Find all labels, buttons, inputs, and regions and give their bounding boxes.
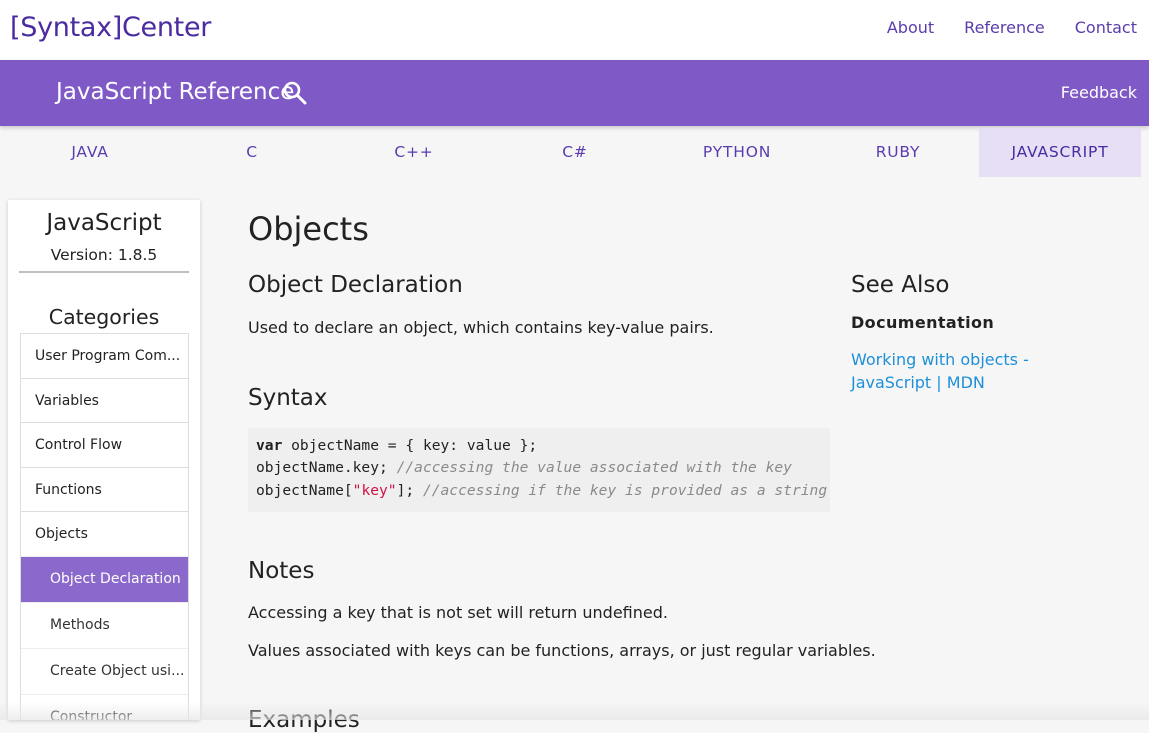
syntax-heading: Syntax <box>248 385 328 411</box>
declaration-text: Used to declare an object, which contain… <box>248 318 714 337</box>
category-list: User Program Com... Variables Control Fl… <box>20 333 189 720</box>
code-comment: //accessing the value associated with th… <box>396 459 792 477</box>
code-text: ]; <box>396 481 423 499</box>
code-text: objectName.key; <box>256 459 397 477</box>
site-header: [Syntax]Center About Reference Contact <box>0 0 1149 60</box>
mdn-objects-link[interactable]: Working with objects - JavaScript | MDN <box>851 349 1111 394</box>
code-line-3: objectName["key"]; //accessing if the ke… <box>256 480 830 502</box>
category-variables[interactable]: Variables <box>21 377 188 423</box>
reference-bar: JavaScript Reference Feedback <box>0 60 1149 126</box>
sidebar-divider <box>19 271 189 273</box>
notes-heading: Notes <box>248 558 315 584</box>
code-keyword: var <box>256 437 283 454</box>
reference-title: JavaScript Reference <box>56 79 295 105</box>
declaration-heading: Object Declaration <box>248 272 463 298</box>
tab-python[interactable]: PYTHON <box>656 128 818 177</box>
category-functions[interactable]: Functions <box>21 466 188 512</box>
sidebar-title: JavaScript <box>46 210 162 236</box>
category-control-flow[interactable]: Control Flow <box>21 422 188 467</box>
nav-contact-link[interactable]: Contact <box>1075 18 1137 37</box>
tab-csharp[interactable]: C# <box>494 128 656 177</box>
subitem-methods[interactable]: Methods <box>21 601 188 648</box>
page-title: Objects <box>248 210 369 248</box>
site-logo[interactable]: [Syntax]Center <box>10 12 211 43</box>
search-icon[interactable] <box>282 80 308 106</box>
top-nav: About Reference Contact <box>857 18 1137 37</box>
feedback-link[interactable]: Feedback <box>1061 83 1137 102</box>
sidebar-version: Version: 1.8.5 <box>50 246 158 264</box>
note-text: Values associated with keys can be funct… <box>248 641 876 660</box>
tab-java[interactable]: JAVA <box>9 128 171 177</box>
bottom-fade <box>0 702 1149 720</box>
category-objects[interactable]: Objects <box>21 511 188 556</box>
category-user-program[interactable]: User Program Com... <box>21 333 188 378</box>
documentation-label: Documentation <box>851 313 995 332</box>
language-tabs: JAVA C C++ C# PYTHON RUBY JAVASCRIPT <box>0 126 1149 178</box>
code-line-1: var objectName = { key: value }; <box>256 435 830 457</box>
tab-c[interactable]: C <box>171 128 333 177</box>
subitem-object-declaration[interactable]: Object Declaration <box>21 555 188 602</box>
tab-javascript[interactable]: JAVASCRIPT <box>979 128 1141 177</box>
code-text: objectName[ <box>256 481 353 499</box>
code-block: var objectName = { key: value }; objectN… <box>248 428 830 512</box>
see-also-heading: See Also <box>851 272 950 298</box>
code-comment: //accessing if the key is provided as a … <box>422 481 828 499</box>
note-text: Accessing a key that is not set will ret… <box>248 603 668 622</box>
sidebar: JavaScript Version: 1.8.5 Categories Use… <box>8 200 200 720</box>
tab-cpp[interactable]: C++ <box>333 128 495 177</box>
code-line-2: objectName.key; //accessing the value as… <box>256 457 830 479</box>
code-text: objectName = { key: value }; <box>282 437 538 454</box>
nav-reference-link[interactable]: Reference <box>964 18 1045 37</box>
categories-heading: Categories <box>48 305 160 329</box>
nav-about-link[interactable]: About <box>887 18 934 37</box>
tab-ruby[interactable]: RUBY <box>817 128 979 177</box>
subitem-create-object[interactable]: Create Object usi... <box>21 647 188 694</box>
code-string: "key" <box>352 481 397 499</box>
